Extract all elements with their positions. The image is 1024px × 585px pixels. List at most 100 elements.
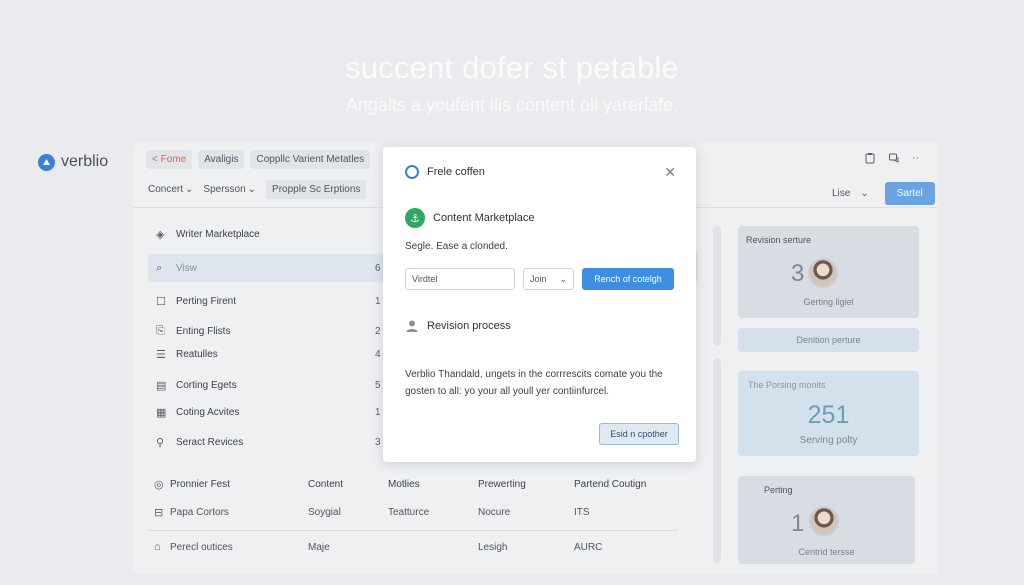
definition-card[interactable]: Denition perture: [738, 328, 919, 352]
card-subtitle: Gerting ligiel: [803, 297, 854, 307]
concert-dropdown[interactable]: Concert ⌄: [148, 180, 193, 199]
table-cell: Maje: [308, 541, 330, 553]
spersson-label: Spersson: [203, 184, 246, 195]
table-cell-label: Perecl outices: [170, 541, 233, 553]
select-value: Join: [530, 274, 547, 284]
square-icon: ☐: [156, 295, 166, 308]
chevron-down-icon[interactable]: ⌄: [860, 188, 868, 199]
scrollbar-thumb[interactable]: [713, 226, 721, 346]
revision-card[interactable]: Revision serture 3 Gerting ligiel: [738, 226, 919, 318]
stats-card[interactable]: The Porsing monits 251 Serving polty: [738, 371, 919, 456]
list-icon: ☰: [156, 348, 166, 361]
table-cell: AURC: [574, 541, 603, 553]
folder-icon: ⊟: [154, 506, 164, 519]
globe-icon: ◎: [154, 478, 164, 491]
table-row[interactable]: ⊟ Papa Cortors Soygial Teatturce Nocure I…: [148, 498, 678, 526]
list-item-count: 2: [375, 325, 381, 337]
table-header-cell[interactable]: ◎ Pronnier Fest: [148, 478, 308, 491]
list-item-count: 4: [375, 348, 381, 360]
dialog-title: Frele coffen: [427, 166, 485, 178]
list-item-count: 5: [375, 379, 381, 391]
grid-icon: ▦: [156, 406, 167, 419]
filter-bar: Concert ⌄ Spersson ⌄ Propple Sc Erptions: [148, 180, 367, 199]
card-title: The Porsing monits: [748, 380, 826, 390]
table-cell: Soygial: [308, 506, 341, 518]
tab-avaligis[interactable]: Avaligis: [198, 150, 245, 169]
clock-icon: [405, 165, 419, 179]
home-icon: ⌂: [154, 541, 161, 553]
join-select[interactable]: Join ⌄: [523, 268, 574, 290]
tab-variant-metatles[interactable]: Coppllc Varient Metatles: [250, 150, 371, 169]
list-item-count: 6: [375, 262, 381, 274]
section-title: Content Marketplace: [433, 212, 535, 224]
scrollbar-thumb[interactable]: [713, 358, 721, 563]
card-value: 251: [807, 401, 850, 429]
document-icon: ⎘: [156, 324, 165, 337]
section-revision-process: Revision process: [405, 319, 511, 333]
brand[interactable]: verblio: [38, 153, 108, 171]
card-value: 3: [791, 260, 805, 287]
chevron-down-icon: ⌄: [247, 184, 257, 195]
hero-subtitle: Angalts a youfent llis content oll yarer…: [345, 95, 679, 115]
table-header-label: Pronnier Fest: [170, 478, 231, 490]
table-header-cell[interactable]: Content: [308, 479, 388, 490]
name-input[interactable]: Virdtel: [405, 268, 515, 290]
primary-action-button[interactable]: Rench of cotelgh: [582, 268, 674, 290]
top-right-icons: ··: [864, 152, 924, 164]
verblio-logo-icon: [38, 153, 55, 171]
spersson-dropdown[interactable]: Spersson ⌄: [203, 180, 256, 199]
lise-label[interactable]: Lise: [832, 188, 850, 199]
user-icon: [406, 320, 418, 332]
right-controls: Lise ⌄ Sartel: [832, 182, 935, 205]
section-title: Revision process: [427, 320, 511, 332]
table-divider: [148, 530, 678, 531]
table-cell: Lesigh: [478, 541, 508, 553]
link-icon: ⚲: [156, 436, 165, 449]
table-header-cell[interactable]: Partend Coutign: [574, 479, 674, 490]
table-cell: Nocure: [478, 506, 511, 518]
table-header: ◎ Pronnier Fest Content Motlies Prewertin…: [148, 470, 678, 498]
secondary-action-button[interactable]: Esid n cpother: [599, 423, 679, 445]
avatar: [808, 258, 838, 288]
list-item-count: 3: [375, 436, 381, 448]
search-icon: ⌕: [156, 261, 163, 274]
anchor-icon: ⚓: [405, 208, 425, 228]
hero-title: succent dofer st petable: [345, 50, 679, 85]
clipboard-icon[interactable]: [864, 152, 876, 164]
avatar: [809, 506, 839, 536]
dialog-paragraph: Verblio Thandald, ungets in the corrresc…: [405, 369, 663, 397]
chevron-down-icon: ⌄: [559, 273, 567, 284]
list-item-count: 1: [375, 295, 381, 307]
table-cell-label: Papa Cortors: [170, 506, 229, 518]
table-cell: ⊟ Papa Cortors: [148, 506, 308, 519]
card-title: Revision serture: [746, 235, 812, 245]
concert-label: Concert: [148, 184, 184, 195]
dialog-header: Frele coffen: [405, 165, 485, 179]
perting-card[interactable]: Perting 1 Centrid tersse: [738, 476, 915, 564]
card-value: 1: [791, 510, 805, 537]
chevron-down-icon: ⌄: [185, 184, 194, 195]
table-header-cell[interactable]: Motlies: [388, 479, 478, 490]
home-chip[interactable]: < Fome: [146, 150, 193, 169]
list-item-count: 1: [375, 406, 381, 418]
table-cell: ITS: [574, 506, 590, 518]
chat-icon[interactable]: [888, 152, 900, 164]
diamond-icon: ◈: [156, 228, 165, 241]
section-text: Segle. Ease a clonded.: [405, 241, 508, 252]
more-icon[interactable]: ··: [912, 152, 924, 164]
dialog: Frele coffen ✕ ⚓ Content Marketplace Seg…: [383, 147, 696, 462]
brand-name: verblio: [61, 153, 109, 170]
sartel-button[interactable]: Sartel: [884, 182, 935, 205]
breadcrumb: < Fome Avaligis Coppllc Varient Metatles: [146, 150, 371, 169]
table-row[interactable]: ⌂ Perecl outices Maje Lesigh AURC: [148, 533, 678, 561]
card-title: Perting: [764, 485, 793, 495]
section-content-marketplace: ⚓ Content Marketplace: [405, 208, 535, 228]
table-header-cell[interactable]: Prewerting: [478, 479, 574, 490]
close-icon[interactable]: ✕: [664, 164, 676, 181]
table-cell: Teatturce: [388, 506, 430, 518]
options-chip[interactable]: Propple Sc Erptions: [266, 180, 367, 199]
card-subtitle: Serving polty: [799, 435, 858, 446]
card-subtitle: Centrid tersse: [798, 547, 855, 557]
table-cell: ⌂ Perecl outices: [148, 541, 308, 553]
card-icon: ▤: [156, 379, 167, 392]
